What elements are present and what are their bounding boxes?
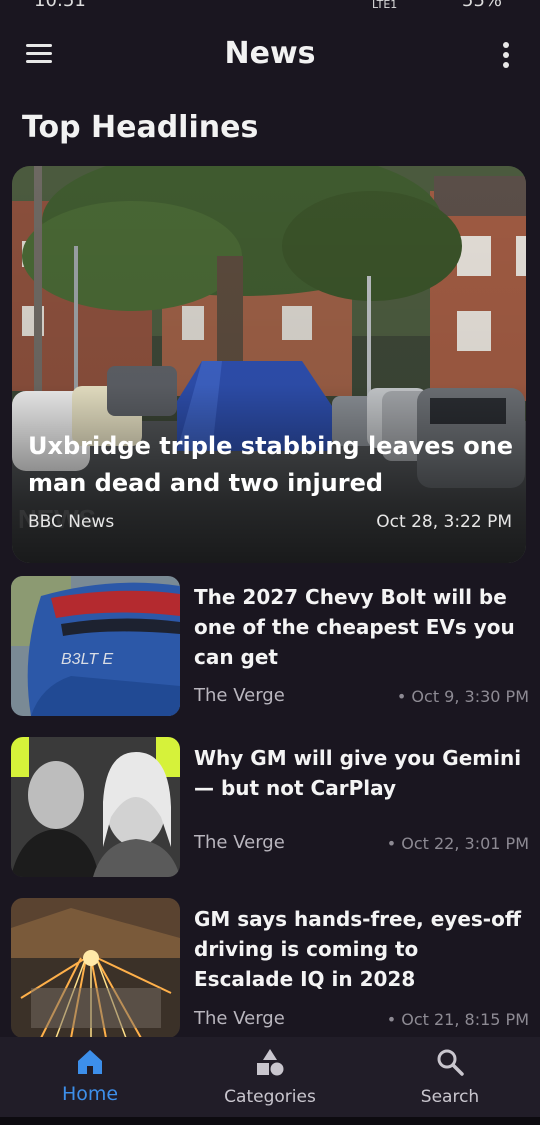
nav-search[interactable]: Search: [360, 1037, 540, 1117]
article-headline: GM says hands-free, eyes-off driving is …: [194, 907, 522, 991]
status-time: 10:51: [34, 0, 86, 11]
hero-headline: Uxbridge triple stabbing leaves one man …: [28, 432, 514, 497]
section-title: Top Headlines: [22, 110, 259, 145]
status-battery: 55%: [462, 0, 503, 11]
article-card[interactable]: GM says hands-free, eyes-off driving is …: [11, 898, 529, 1038]
article-timestamp: • Oct 21, 8:15 PM: [386, 1010, 529, 1029]
article-headline: Why GM will give you Gemini — but not Ca…: [194, 746, 522, 800]
system-nav-bar: [0, 1117, 540, 1125]
article-thumbnail: [11, 898, 180, 1038]
article-timestamp: • Oct 22, 3:01 PM: [386, 834, 529, 853]
svg-text:B3LT E: B3LT E: [61, 651, 114, 668]
nav-categories-label: Categories: [224, 1087, 316, 1107]
article-card[interactable]: B3LT E The 2027 Chevy Bolt will be one o…: [11, 576, 529, 716]
more-vert-icon[interactable]: [498, 42, 514, 70]
status-network: LTE1: [372, 0, 398, 11]
article-card[interactable]: Why GM will give you Gemini — but not Ca…: [11, 737, 529, 877]
article-thumbnail: B3LT E: [11, 576, 180, 716]
nav-categories[interactable]: Categories: [180, 1037, 360, 1117]
bottom-navigation: Home Categories Search: [0, 1037, 540, 1125]
hero-source: BBC News: [28, 512, 115, 532]
article-source: The Verge: [194, 832, 285, 853]
app-title: News: [224, 36, 316, 71]
hero-article-card[interactable]: NEWS Uxbridge triple stabbing leaves one…: [12, 166, 526, 563]
app-bar: News: [0, 24, 540, 88]
search-icon: [437, 1049, 464, 1076]
nav-home[interactable]: Home: [0, 1037, 180, 1117]
hero-gradient-overlay: [12, 166, 526, 563]
nav-home-label: Home: [61, 1083, 119, 1105]
article-source: The Verge: [194, 685, 285, 706]
home-icon: [78, 1050, 102, 1074]
article-headline: The 2027 Chevy Bolt will be one of the c…: [194, 585, 515, 669]
nav-search-label: Search: [420, 1087, 480, 1107]
categories-icon: [257, 1049, 284, 1076]
article-source: The Verge: [194, 1008, 285, 1029]
hero-timestamp: Oct 28, 3:22 PM: [376, 512, 512, 532]
status-bar: 10:51 LTE1 55%: [0, 0, 540, 14]
article-timestamp: • Oct 9, 3:30 PM: [396, 687, 529, 706]
article-thumbnail: [11, 737, 180, 877]
